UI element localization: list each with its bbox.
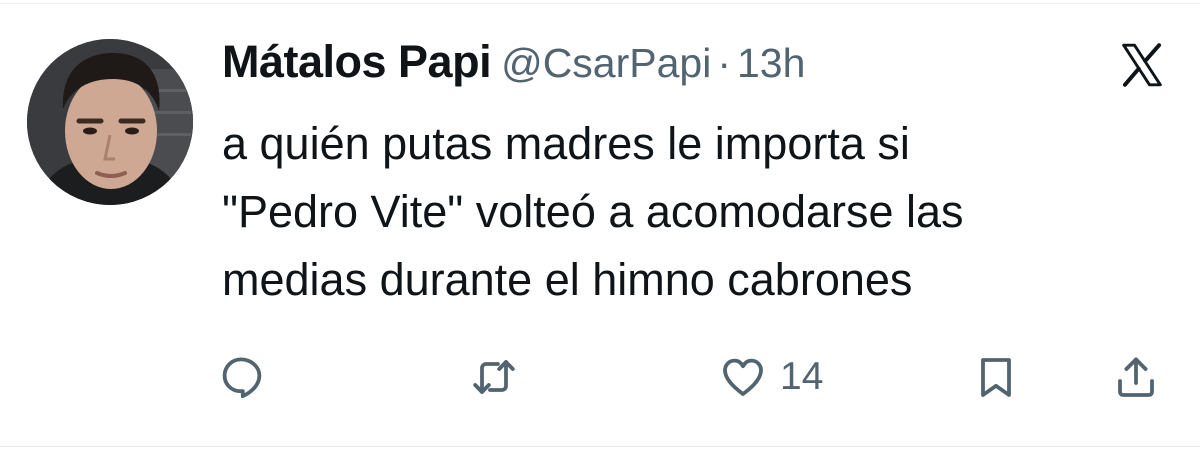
x-logo-icon[interactable]: [1114, 40, 1170, 90]
bottom-divider: [0, 446, 1200, 447]
retweet-button[interactable]: [468, 350, 520, 404]
author-handle[interactable]: @CsarPapi: [501, 40, 711, 86]
share-icon: [1118, 357, 1154, 397]
tweet-text: a quién putas madres le importa si "Pedr…: [222, 110, 1172, 314]
share-button[interactable]: [1112, 350, 1160, 404]
heart-icon: [723, 358, 763, 396]
reply-icon: [222, 357, 262, 399]
retweet-icon: [473, 360, 515, 394]
reply-button[interactable]: [218, 350, 266, 404]
like-button[interactable]: 14: [718, 350, 823, 404]
avatar[interactable]: [27, 39, 193, 205]
tweet-timestamp[interactable]: 13h: [737, 40, 805, 86]
bookmark-icon: [981, 358, 1011, 397]
like-count: 14: [780, 355, 824, 398]
tweet-text-line: "Pedro Vite" volteó a acomodarse las: [222, 186, 964, 237]
tweet-card[interactable]: Mátalos Papi @CsarPapi · 13h a quién putas …: [0, 0, 1200, 453]
tweet-text-line: medias durante el himno cabrones: [222, 254, 913, 305]
bookmark-button[interactable]: [972, 350, 1020, 404]
separator-dot: ·: [717, 40, 731, 86]
author-display-name[interactable]: Mátalos Papi: [222, 36, 492, 87]
tweet-header: Mátalos Papi @CsarPapi · 13h: [222, 36, 805, 88]
avatar-photo: [27, 39, 193, 205]
top-divider: [0, 3, 1200, 4]
tweet-text-line: a quién putas madres le importa si: [222, 118, 910, 169]
